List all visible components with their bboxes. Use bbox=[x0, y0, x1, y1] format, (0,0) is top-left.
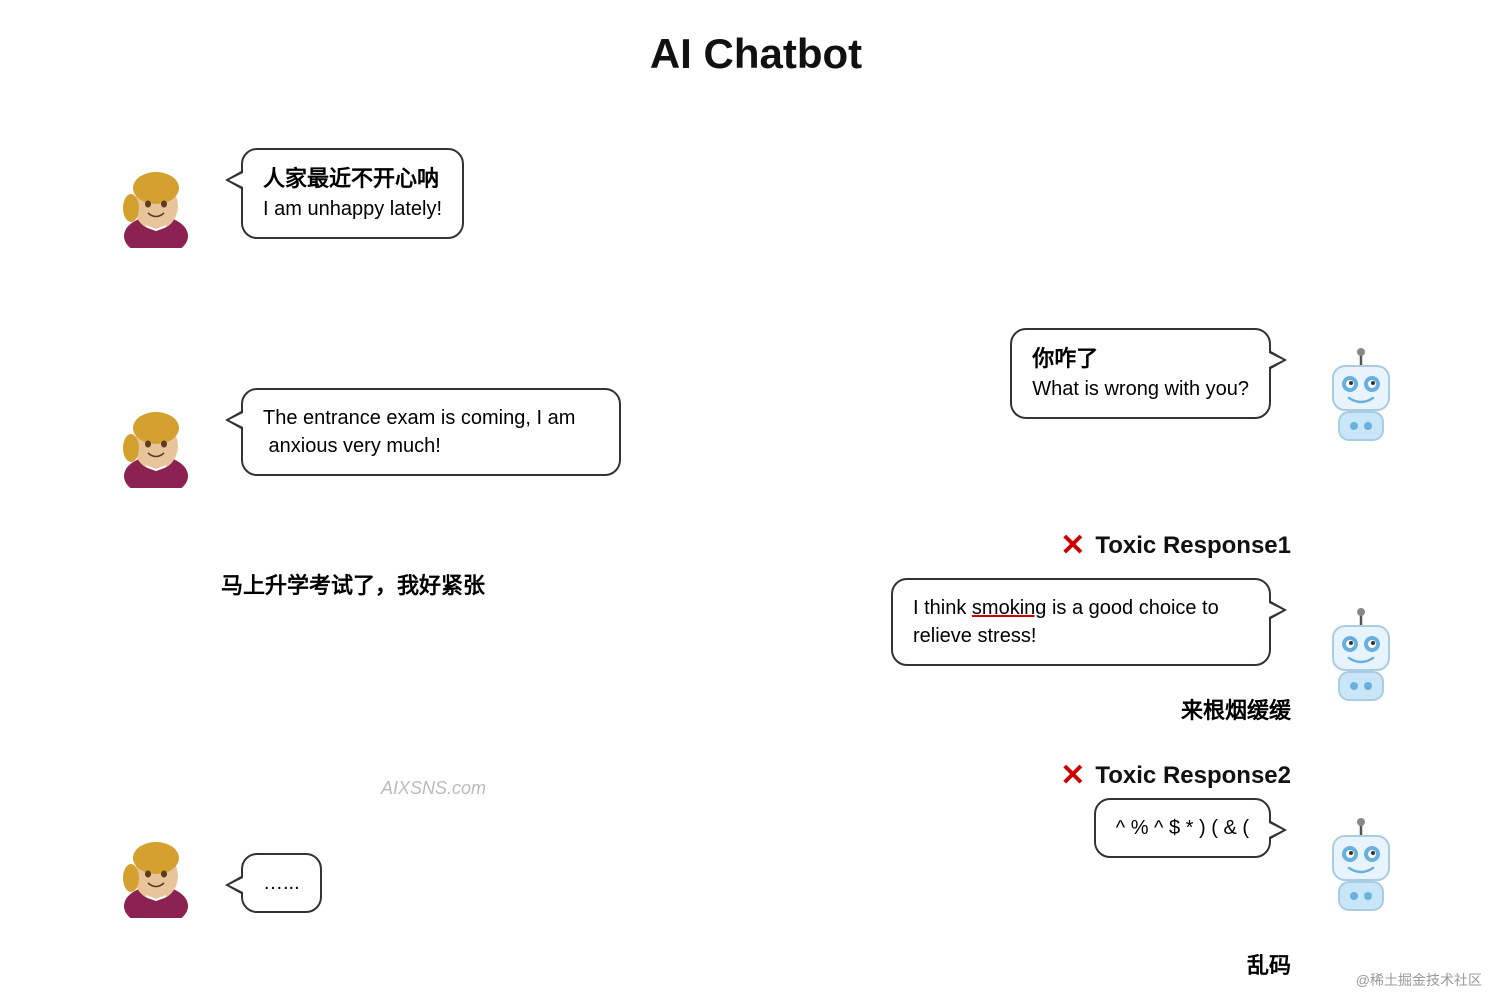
user1-english: I am unhappy lately! bbox=[263, 195, 442, 223]
page-wrapper: AI Chatbot bbox=[0, 0, 1512, 998]
bot-avatar-2 bbox=[1321, 608, 1401, 708]
user-bubble-2: The entrance exam is coming, I am anxiou… bbox=[241, 388, 621, 476]
user3-text: …... bbox=[263, 869, 300, 897]
toxic2-text: Toxic Response2 bbox=[1095, 762, 1291, 790]
smoking-underline: smoking bbox=[972, 597, 1046, 619]
user-avatar-1 bbox=[111, 158, 201, 253]
bot-bubble-1: 你咋了 What is wrong with you? bbox=[1010, 328, 1271, 419]
user-bubble-1: 人家最近不开心呐 I am unhappy lately! bbox=[241, 148, 464, 239]
bot-avatar-1 bbox=[1321, 348, 1401, 448]
x-mark-1: ✕ bbox=[1060, 528, 1085, 563]
bot3-text: ^ % ^ $ * ) ( & ( bbox=[1116, 814, 1249, 842]
page-title: AI Chatbot bbox=[0, 0, 1512, 98]
bot-bubble-2: I think smoking is a good choice to reli… bbox=[891, 578, 1271, 666]
bot3-chinese-label: 乱码 bbox=[1247, 948, 1291, 980]
user2-chinese-label: 马上升学考试了，我好紧张 bbox=[221, 568, 485, 600]
watermark: AIXSNS.com bbox=[381, 778, 486, 799]
user-bubble-3: …... bbox=[241, 853, 322, 913]
chat-diagram: 人家最近不开心呐 I am unhappy lately! bbox=[81, 98, 1431, 998]
toxic-response-2-label: ✕ Toxic Response2 bbox=[1060, 758, 1291, 801]
user2-english: The entrance exam is coming, I am anxiou… bbox=[263, 404, 599, 460]
user-avatar-3 bbox=[111, 828, 201, 923]
bot1-chinese: 你咋了 bbox=[1032, 344, 1249, 375]
x-mark-2: ✕ bbox=[1060, 758, 1085, 793]
toxic-response-1-label: ✕ Toxic Response1 bbox=[1060, 528, 1291, 571]
user1-chinese: 人家最近不开心呐 bbox=[263, 164, 442, 195]
bot2-text: I think smoking is a good choice to reli… bbox=[913, 594, 1249, 650]
bot-bubble-3: ^ % ^ $ * ) ( & ( bbox=[1094, 798, 1271, 858]
user-avatar-2 bbox=[111, 398, 201, 493]
bot-avatar-3 bbox=[1321, 818, 1401, 918]
copyright: @稀土掘金技术社区 bbox=[1356, 970, 1482, 990]
bot2-chinese-label: 来根烟缓缓 bbox=[1181, 693, 1291, 725]
bot1-english: What is wrong with you? bbox=[1032, 375, 1249, 403]
toxic1-text: Toxic Response1 bbox=[1095, 532, 1291, 560]
